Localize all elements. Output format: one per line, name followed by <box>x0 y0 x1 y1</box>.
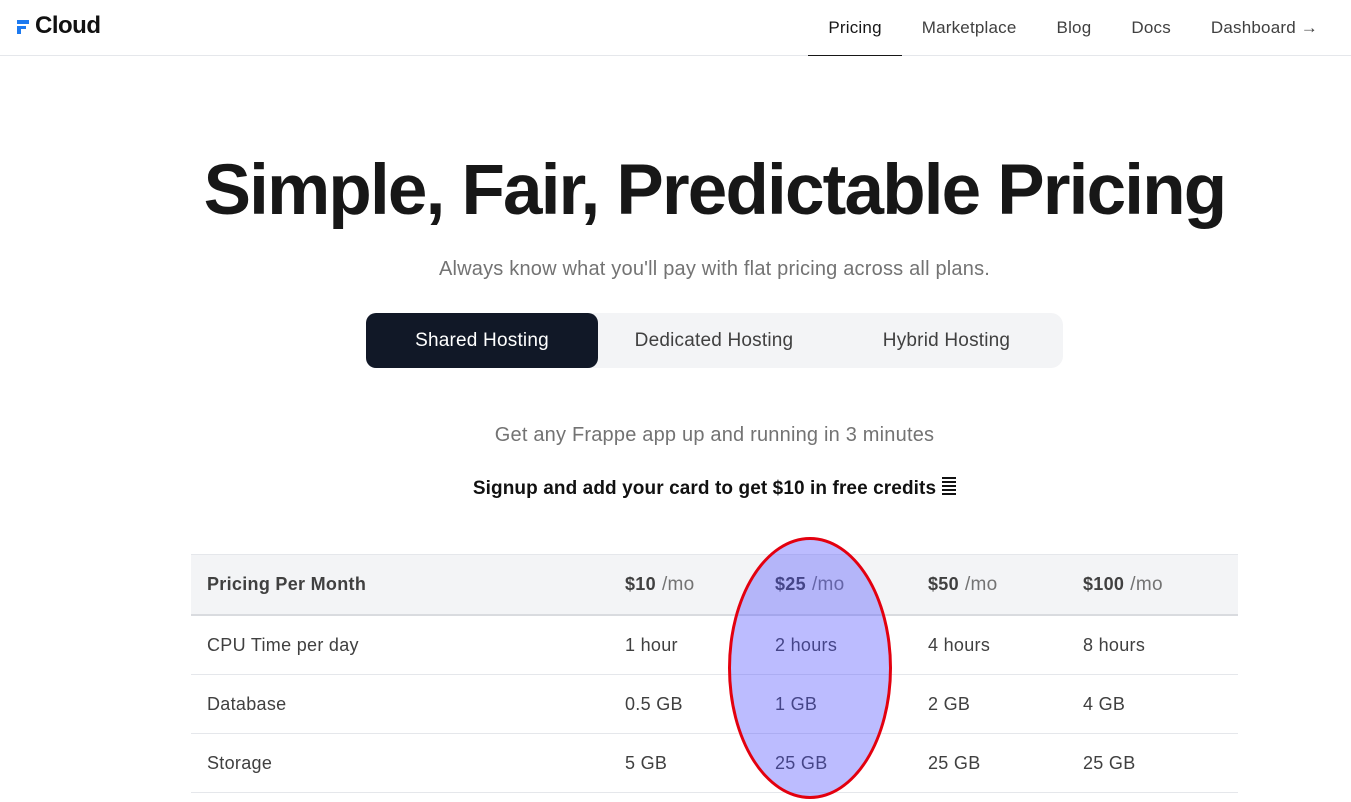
logo[interactable]: Cloud <box>16 12 101 40</box>
nav-marketplace-link[interactable]: Marketplace <box>902 0 1037 56</box>
tab-shared-hosting[interactable]: Shared Hosting <box>366 313 598 368</box>
nav-docs-link[interactable]: Docs <box>1111 0 1191 56</box>
table-cell: 25 GB <box>775 752 828 773</box>
row-label: Storage <box>207 752 273 773</box>
promo-text: Signup and add your card to get $10 in f… <box>0 477 1351 500</box>
plan-price: $10/mo <box>625 573 695 595</box>
page-title: Simple, Fair, Predictable Pricing <box>203 151 1228 230</box>
nav-dashboard-link[interactable]: Dashboard → <box>1191 0 1351 56</box>
table-cell: 25 GB <box>1083 752 1136 773</box>
plan-price: $50/mo <box>928 573 998 595</box>
table-cell: 8 hours <box>1083 634 1146 655</box>
row-label: CPU Time per day <box>207 634 359 655</box>
logo-text: Cloud <box>35 12 101 39</box>
plan-price: $100/mo <box>1083 573 1163 595</box>
table-cell: 4 GB <box>1083 693 1126 714</box>
hosting-tabs: Shared Hosting Dedicated Hosting Hybrid … <box>366 313 1063 368</box>
table-cell: 1 GB <box>775 693 818 714</box>
table-cell: 4 hours <box>928 634 991 655</box>
row-label: Database <box>207 693 287 714</box>
table-header-row: Pricing Per Month $10/mo $25/mo $50/mo $… <box>191 554 1238 616</box>
pricing-table: Pricing Per Month $10/mo $25/mo $50/mo $… <box>191 554 1238 793</box>
frappe-logo-icon <box>16 17 30 35</box>
nav-pricing-link[interactable]: Pricing <box>808 0 902 56</box>
plan-price: $25/mo <box>775 573 845 595</box>
tab-dedicated-hosting[interactable]: Dedicated Hosting <box>598 313 830 368</box>
table-cell: 2 hours <box>775 634 838 655</box>
table-cell: 25 GB <box>928 752 981 773</box>
table-row: CPU Time per day 1 hour 2 hours 4 hours … <box>191 616 1238 675</box>
credit-card-icon <box>942 477 957 497</box>
table-cell: 2 GB <box>928 693 971 714</box>
table-row: Database 0.5 GB 1 GB 2 GB 4 GB <box>191 675 1238 734</box>
top-navbar: Cloud Pricing Marketplace Blog Docs Dash… <box>0 0 1351 56</box>
nav-links: Pricing Marketplace Blog Docs Dashboard … <box>808 0 1351 56</box>
table-cell: 5 GB <box>625 752 668 773</box>
tab-hybrid-hosting[interactable]: Hybrid Hosting <box>830 313 1063 368</box>
table-row: Storage 5 GB 25 GB 25 GB 25 GB <box>191 734 1238 793</box>
promo-label: Signup and add your card to get $10 in f… <box>472 478 937 499</box>
table-cell: 1 hour <box>625 634 678 655</box>
header-label: Pricing Per Month <box>207 574 367 594</box>
page-subtitle: Always know what you'll pay with flat pr… <box>438 258 991 280</box>
nav-blog-link[interactable]: Blog <box>1037 0 1112 56</box>
table-cell: 0.5 GB <box>625 693 683 714</box>
lead-text: Get any Frappe app up and running in 3 m… <box>494 424 935 446</box>
